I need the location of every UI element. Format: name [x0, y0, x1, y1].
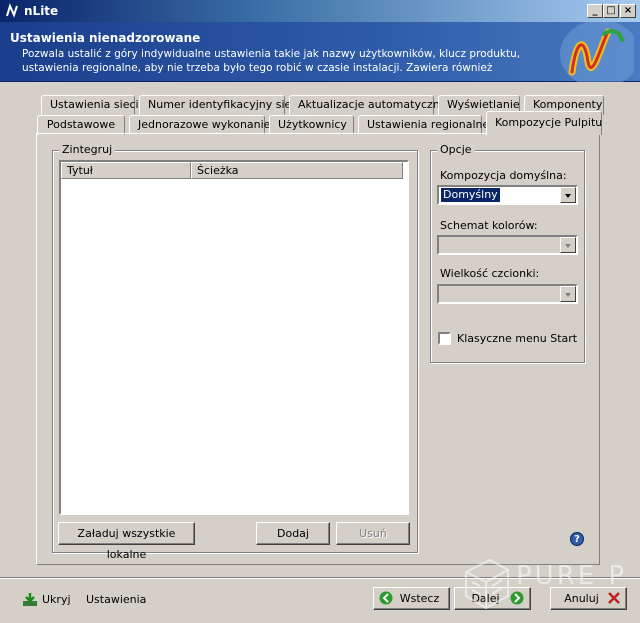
remove-button[interactable]: Usuń	[336, 522, 410, 545]
color-scheme-label: Schemat kolorów:	[440, 219, 538, 232]
hide-label: Ukryj	[42, 593, 71, 606]
integrate-group-label: Zintegruj	[59, 143, 116, 156]
font-size-select[interactable]	[437, 284, 578, 304]
header-banner: Ustawienia nienadzorowane Pozwala ustali…	[0, 22, 640, 82]
nlite-app-icon	[6, 3, 18, 18]
banner-title: Ustawienia nienadzorowane	[10, 31, 201, 45]
default-theme-select[interactable]: Domyślny	[437, 185, 578, 205]
font-size-label: Wielkość czcionki:	[440, 267, 540, 280]
default-theme-label: Kompozycja domyślna:	[440, 169, 567, 182]
tab-kompozycje-pulpitu[interactable]: Kompozycje Pulpitu	[486, 111, 602, 135]
tab-ustawienia-regionalne[interactable]: Ustawienia regionalne	[358, 115, 489, 135]
classic-start-menu-checkbox[interactable]	[438, 332, 451, 345]
nlite-logo-icon	[560, 22, 634, 82]
window-title: nLite	[24, 4, 59, 18]
banner-description: Pozwala ustalić z góry indywidualne usta…	[22, 48, 521, 74]
purepc-watermark: PURE PC	[465, 558, 628, 610]
chevron-down-icon[interactable]	[560, 237, 576, 253]
themes-list[interactable]: Tytuł Ścieżka	[59, 160, 409, 515]
settings-link[interactable]: Ustawienia	[86, 593, 146, 606]
hide-button[interactable]: Ukryj	[22, 590, 74, 610]
options-group-label: Opcje	[437, 143, 475, 156]
classic-start-menu-label[interactable]: Klasyczne menu Start	[457, 332, 577, 345]
tab-podstawowe[interactable]: Podstawowe	[37, 115, 125, 135]
tab-ustawienia-sieci[interactable]: Ustawienia sieci	[41, 95, 139, 115]
column-header-title[interactable]: Tytuł	[61, 162, 191, 179]
chevron-down-icon[interactable]	[560, 286, 576, 302]
download-arrow-icon	[23, 593, 37, 606]
back-button[interactable]: Wstecz	[373, 587, 450, 610]
tab-numer-identyfikacyjny-sieci[interactable]: Numer identyfikacyjny sieci	[139, 95, 300, 115]
tab-uzytkownicy[interactable]: Użytkownicy	[269, 115, 354, 135]
tab-aktualizacje-automatyczne[interactable]: Aktualizacje automatyczne	[289, 95, 447, 115]
close-button[interactable]: ×	[620, 4, 636, 18]
add-button[interactable]: Dodaj	[256, 522, 330, 545]
maximize-button[interactable]: □	[603, 4, 619, 18]
chevron-down-icon[interactable]	[560, 187, 576, 203]
load-all-local-button[interactable]: Załaduj wszystkie lokalne	[58, 522, 195, 561]
tab-jednorazowe-wykonanie[interactable]: Jednorazowe wykonanie	[129, 115, 270, 135]
watermark-text: PURE PC	[516, 561, 628, 591]
back-label: Wstecz	[399, 592, 440, 605]
column-header-path[interactable]: Ścieżka	[191, 162, 403, 179]
title-bar[interactable]: nLite _ □ ×	[0, 0, 640, 22]
color-scheme-select[interactable]	[437, 235, 578, 255]
help-icon[interactable]: ?	[570, 532, 584, 546]
minimize-button[interactable]: _	[587, 4, 603, 18]
back-arrow-icon	[379, 591, 393, 605]
default-theme-value: Domyślny	[441, 188, 500, 202]
